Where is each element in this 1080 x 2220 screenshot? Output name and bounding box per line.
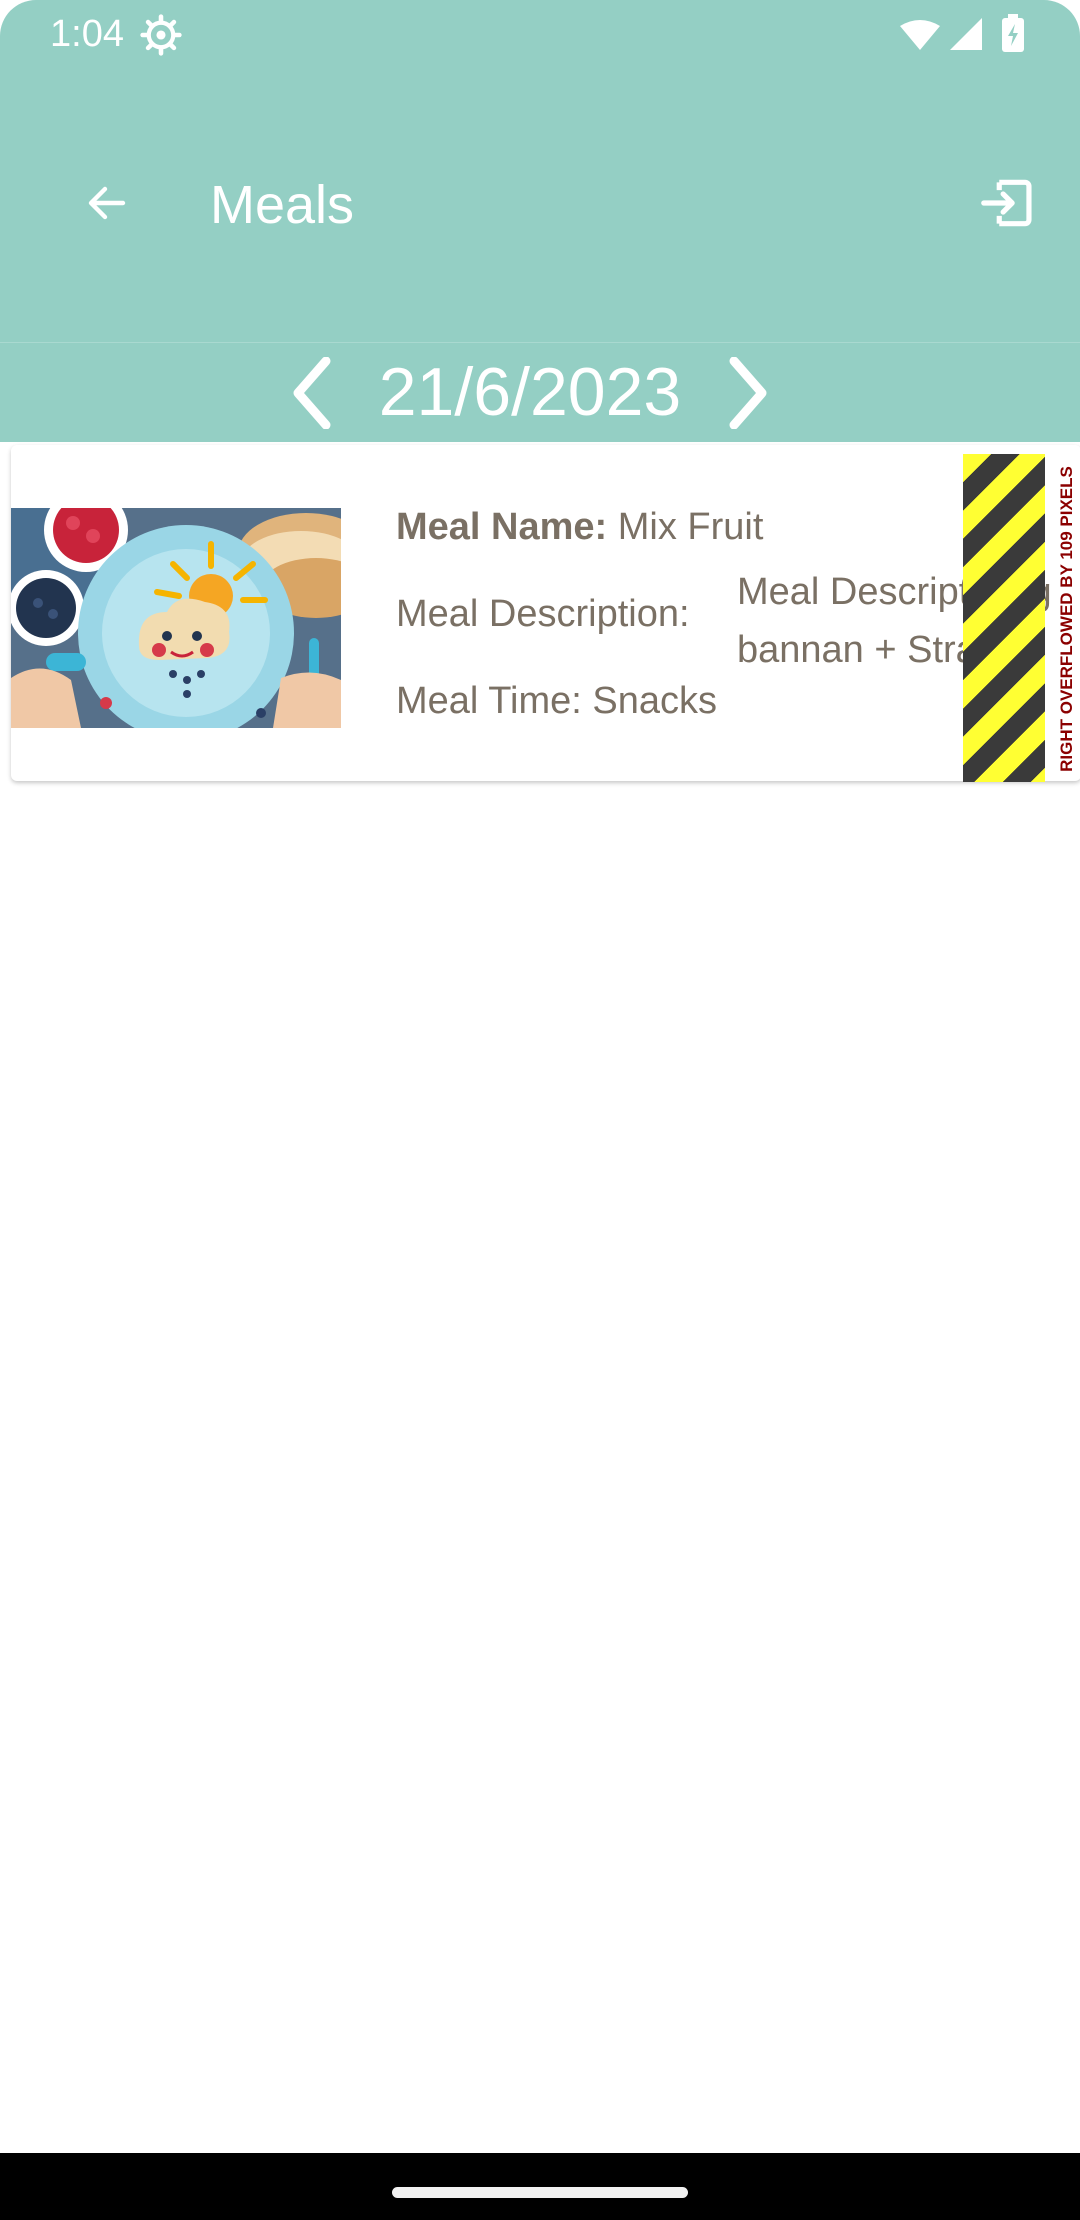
wifi-icon: [900, 20, 940, 50]
chevron-right-icon: [729, 357, 767, 429]
status-time: 1:04: [50, 13, 124, 55]
page-title: Meals: [210, 175, 355, 235]
overflow-warning: RIGHT OVERFLOWED BY 109 PIXELS: [1057, 454, 1077, 784]
logout-button[interactable]: [972, 168, 1042, 238]
meal-time-value: Snacks: [592, 680, 718, 722]
arrow-back-icon: [88, 186, 126, 220]
system-nav-bar: [0, 2153, 1080, 2220]
meal-card[interactable]: Meal Name: Mix Fruit Meal Description: M…: [11, 445, 1080, 781]
current-date: 21/6/2023: [378, 354, 682, 430]
back-button[interactable]: [72, 168, 142, 238]
status-bar: 1:04: [0, 0, 1080, 68]
meal-time-row: Meal Time: Snacks: [396, 677, 717, 725]
previous-date-button[interactable]: [282, 351, 342, 435]
meal-name-label: Meal Name:: [396, 506, 608, 548]
overflow-indicator: [963, 454, 1045, 782]
meal-description-label: Meal Description:: [396, 593, 690, 635]
next-date-button[interactable]: [718, 351, 778, 435]
overflow-warning-text: RIGHT OVERFLOWED BY 109 PIXELS: [1057, 466, 1076, 772]
status-icons: [900, 14, 1024, 52]
home-handle[interactable]: [392, 2187, 688, 2198]
meal-name-row: Meal Name: Mix Fruit: [396, 503, 763, 551]
app-bar: Meals: [0, 68, 1080, 343]
meal-image: [11, 508, 341, 728]
meal-time-label: Meal Time:: [396, 680, 582, 722]
screen: 1:04 Meals 21/6/2023 Meal Name: Mix Frui…: [0, 0, 1080, 2220]
date-navigator: 21/6/2023: [0, 343, 1080, 442]
chevron-left-icon: [293, 357, 331, 429]
logout-icon: [981, 179, 1032, 227]
settings-icon: [140, 14, 182, 56]
signal-icon: [950, 18, 982, 50]
meal-name-value: Mix Fruit: [617, 506, 764, 548]
